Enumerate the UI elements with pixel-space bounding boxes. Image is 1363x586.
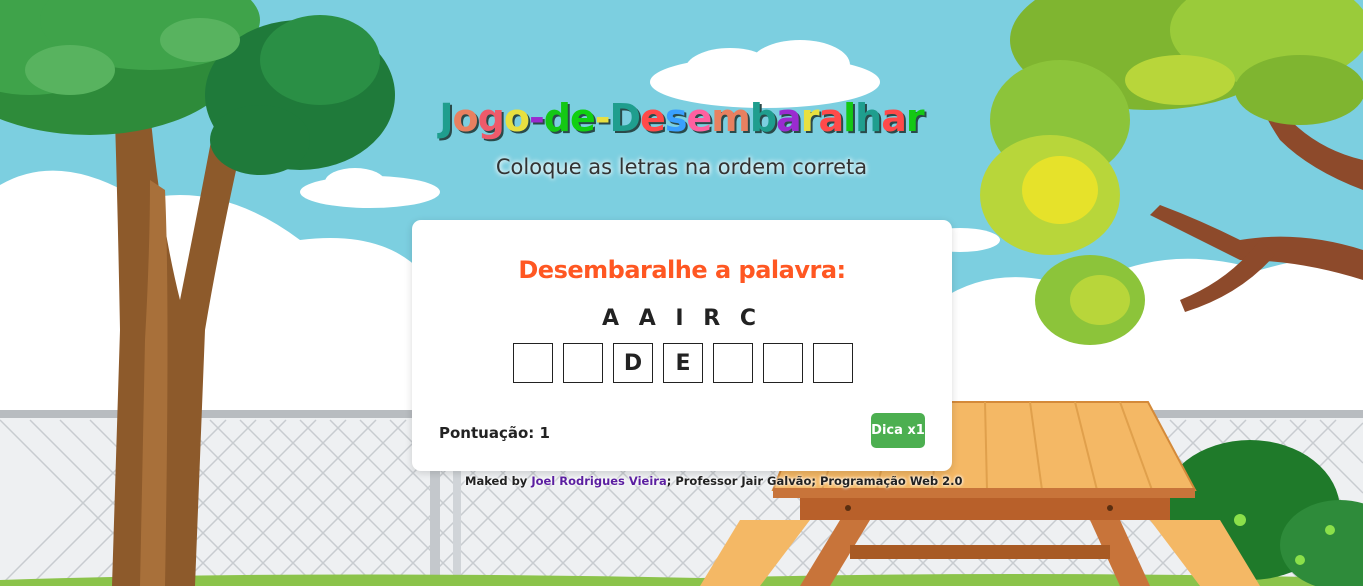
title-letter: b [749,96,777,140]
title-letter: h [855,96,882,140]
score-label: Pontuação: 1 [439,424,550,442]
title-letter: o [503,96,530,140]
letter-box[interactable] [563,343,603,383]
game-title: Jogo-de-Desembaralhar [0,96,1363,140]
hint-button[interactable]: Dica x1 [871,413,925,448]
letter-box[interactable] [763,343,803,383]
author-link[interactable]: Joel Rodrigues Vieira [531,474,666,488]
title-letter: o [452,96,479,140]
card-heading: Desembaralhe a palavra: [518,256,846,284]
title-letter: e [569,96,596,140]
title-letter: m [711,96,751,140]
game-card: Desembaralhe a palavra: A A I R C DE Pon… [412,220,952,471]
title-letter: D [609,96,642,140]
letter-box[interactable] [813,343,853,383]
title-letter: g [477,96,505,140]
title-letter: l [843,96,856,140]
title-letter: r [800,96,820,140]
footer-credits: Maked by Joel Rodrigues Vieira; Professo… [465,474,963,488]
title-letter: a [818,96,844,140]
title-letter: r [905,96,925,140]
title-letter: a [776,96,802,140]
footer-prefix: Maked by [465,474,532,488]
title-letter: s [664,96,688,140]
title-letter: e [686,96,712,140]
scrambled-word: A A I R C [602,306,762,331]
letter-box[interactable] [713,343,753,383]
answer-boxes: DE [513,343,853,383]
title-letter: - [528,96,545,140]
letter-box[interactable]: E [663,343,703,383]
letter-box[interactable] [513,343,553,383]
letter-box[interactable]: D [613,343,653,383]
title-letter: e [640,96,666,140]
title-letter: - [594,96,611,140]
footer-suffix: ; Professor Jair Galvão; Programação Web… [666,474,963,488]
title-letter: a [881,96,907,140]
title-letter: J [439,96,453,140]
game-subtitle: Coloque as letras na ordem correta [495,155,868,179]
title-letter: d [543,96,571,140]
